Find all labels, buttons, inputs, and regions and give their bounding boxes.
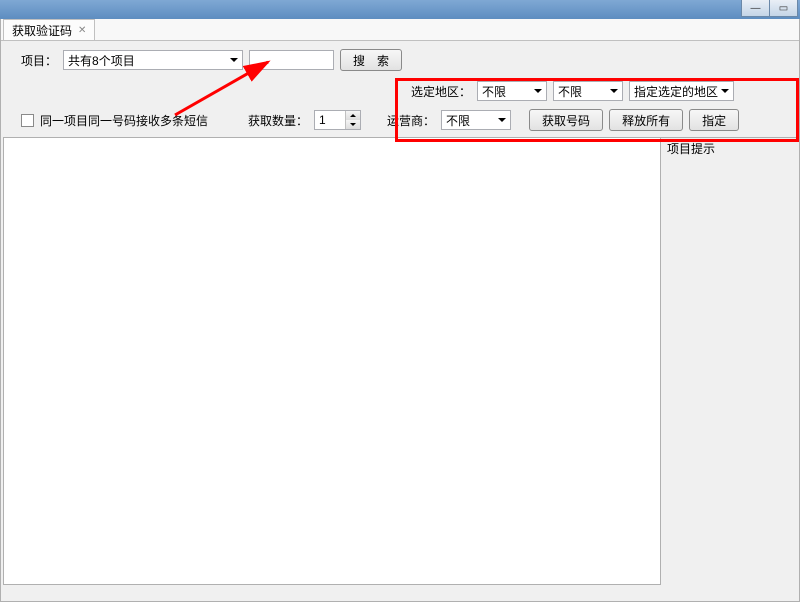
region-row: 选定地区： 不限 不限 指定选定的地区 xyxy=(1,77,799,101)
toolbar-row-2: 同一项目同一号码接收多条短信 获取数量： 运营商： 不限 获取号码 释放所有 指… xyxy=(1,101,799,131)
chevron-down-icon xyxy=(230,58,238,62)
search-input[interactable] xyxy=(249,50,334,70)
chevron-down-icon xyxy=(721,89,729,93)
maximize-button[interactable]: ▭ xyxy=(769,0,798,17)
chevron-down-icon xyxy=(534,89,542,93)
scope-select[interactable]: 指定选定的地区 xyxy=(629,81,734,101)
tab-label: 获取验证码 xyxy=(12,22,72,39)
project-select-value: 共有8个项目 xyxy=(68,52,135,69)
close-icon[interactable]: ✕ xyxy=(78,25,86,36)
multi-sms-label: 同一项目同一号码接收多条短信 xyxy=(40,112,208,129)
toolbar-row-1: 项目： 共有8个项目 搜 索 xyxy=(1,41,799,77)
project-select[interactable]: 共有8个项目 xyxy=(63,50,243,70)
project-hint-label: 项目提示 xyxy=(667,142,715,156)
chevron-down-icon xyxy=(610,89,618,93)
search-button[interactable]: 搜 索 xyxy=(340,49,402,71)
spinner-up[interactable] xyxy=(346,111,360,120)
carrier-label: 运营商： xyxy=(387,112,435,129)
content-area: 获取验证码 ✕ 项目： 共有8个项目 搜 索 选定地区： 不限 不限 指定选定的… xyxy=(0,19,800,602)
count-input[interactable] xyxy=(315,111,345,129)
count-label: 获取数量： xyxy=(248,112,308,129)
main-list-pane[interactable] xyxy=(3,137,661,585)
window-titlebar: — ▭ xyxy=(0,0,800,19)
spinner-down[interactable] xyxy=(346,120,360,129)
city-select[interactable]: 不限 xyxy=(553,81,623,101)
tab-verify-code[interactable]: 获取验证码 ✕ xyxy=(3,19,95,40)
chevron-down-icon xyxy=(498,118,506,122)
tab-bar: 获取验证码 ✕ xyxy=(1,19,799,41)
release-all-button[interactable]: 释放所有 xyxy=(609,109,683,131)
lower-panes: 项目提示 xyxy=(1,137,799,585)
province-select[interactable]: 不限 xyxy=(477,81,547,101)
side-pane: 项目提示 xyxy=(661,137,799,585)
assign-button[interactable]: 指定 xyxy=(689,109,739,131)
region-label: 选定地区： xyxy=(411,83,471,100)
get-number-button[interactable]: 获取号码 xyxy=(529,109,603,131)
project-label: 项目： xyxy=(21,52,57,69)
carrier-select[interactable]: 不限 xyxy=(441,110,511,130)
count-spinner[interactable] xyxy=(314,110,361,130)
multi-sms-checkbox[interactable] xyxy=(21,114,34,127)
minimize-button[interactable]: — xyxy=(741,0,770,17)
